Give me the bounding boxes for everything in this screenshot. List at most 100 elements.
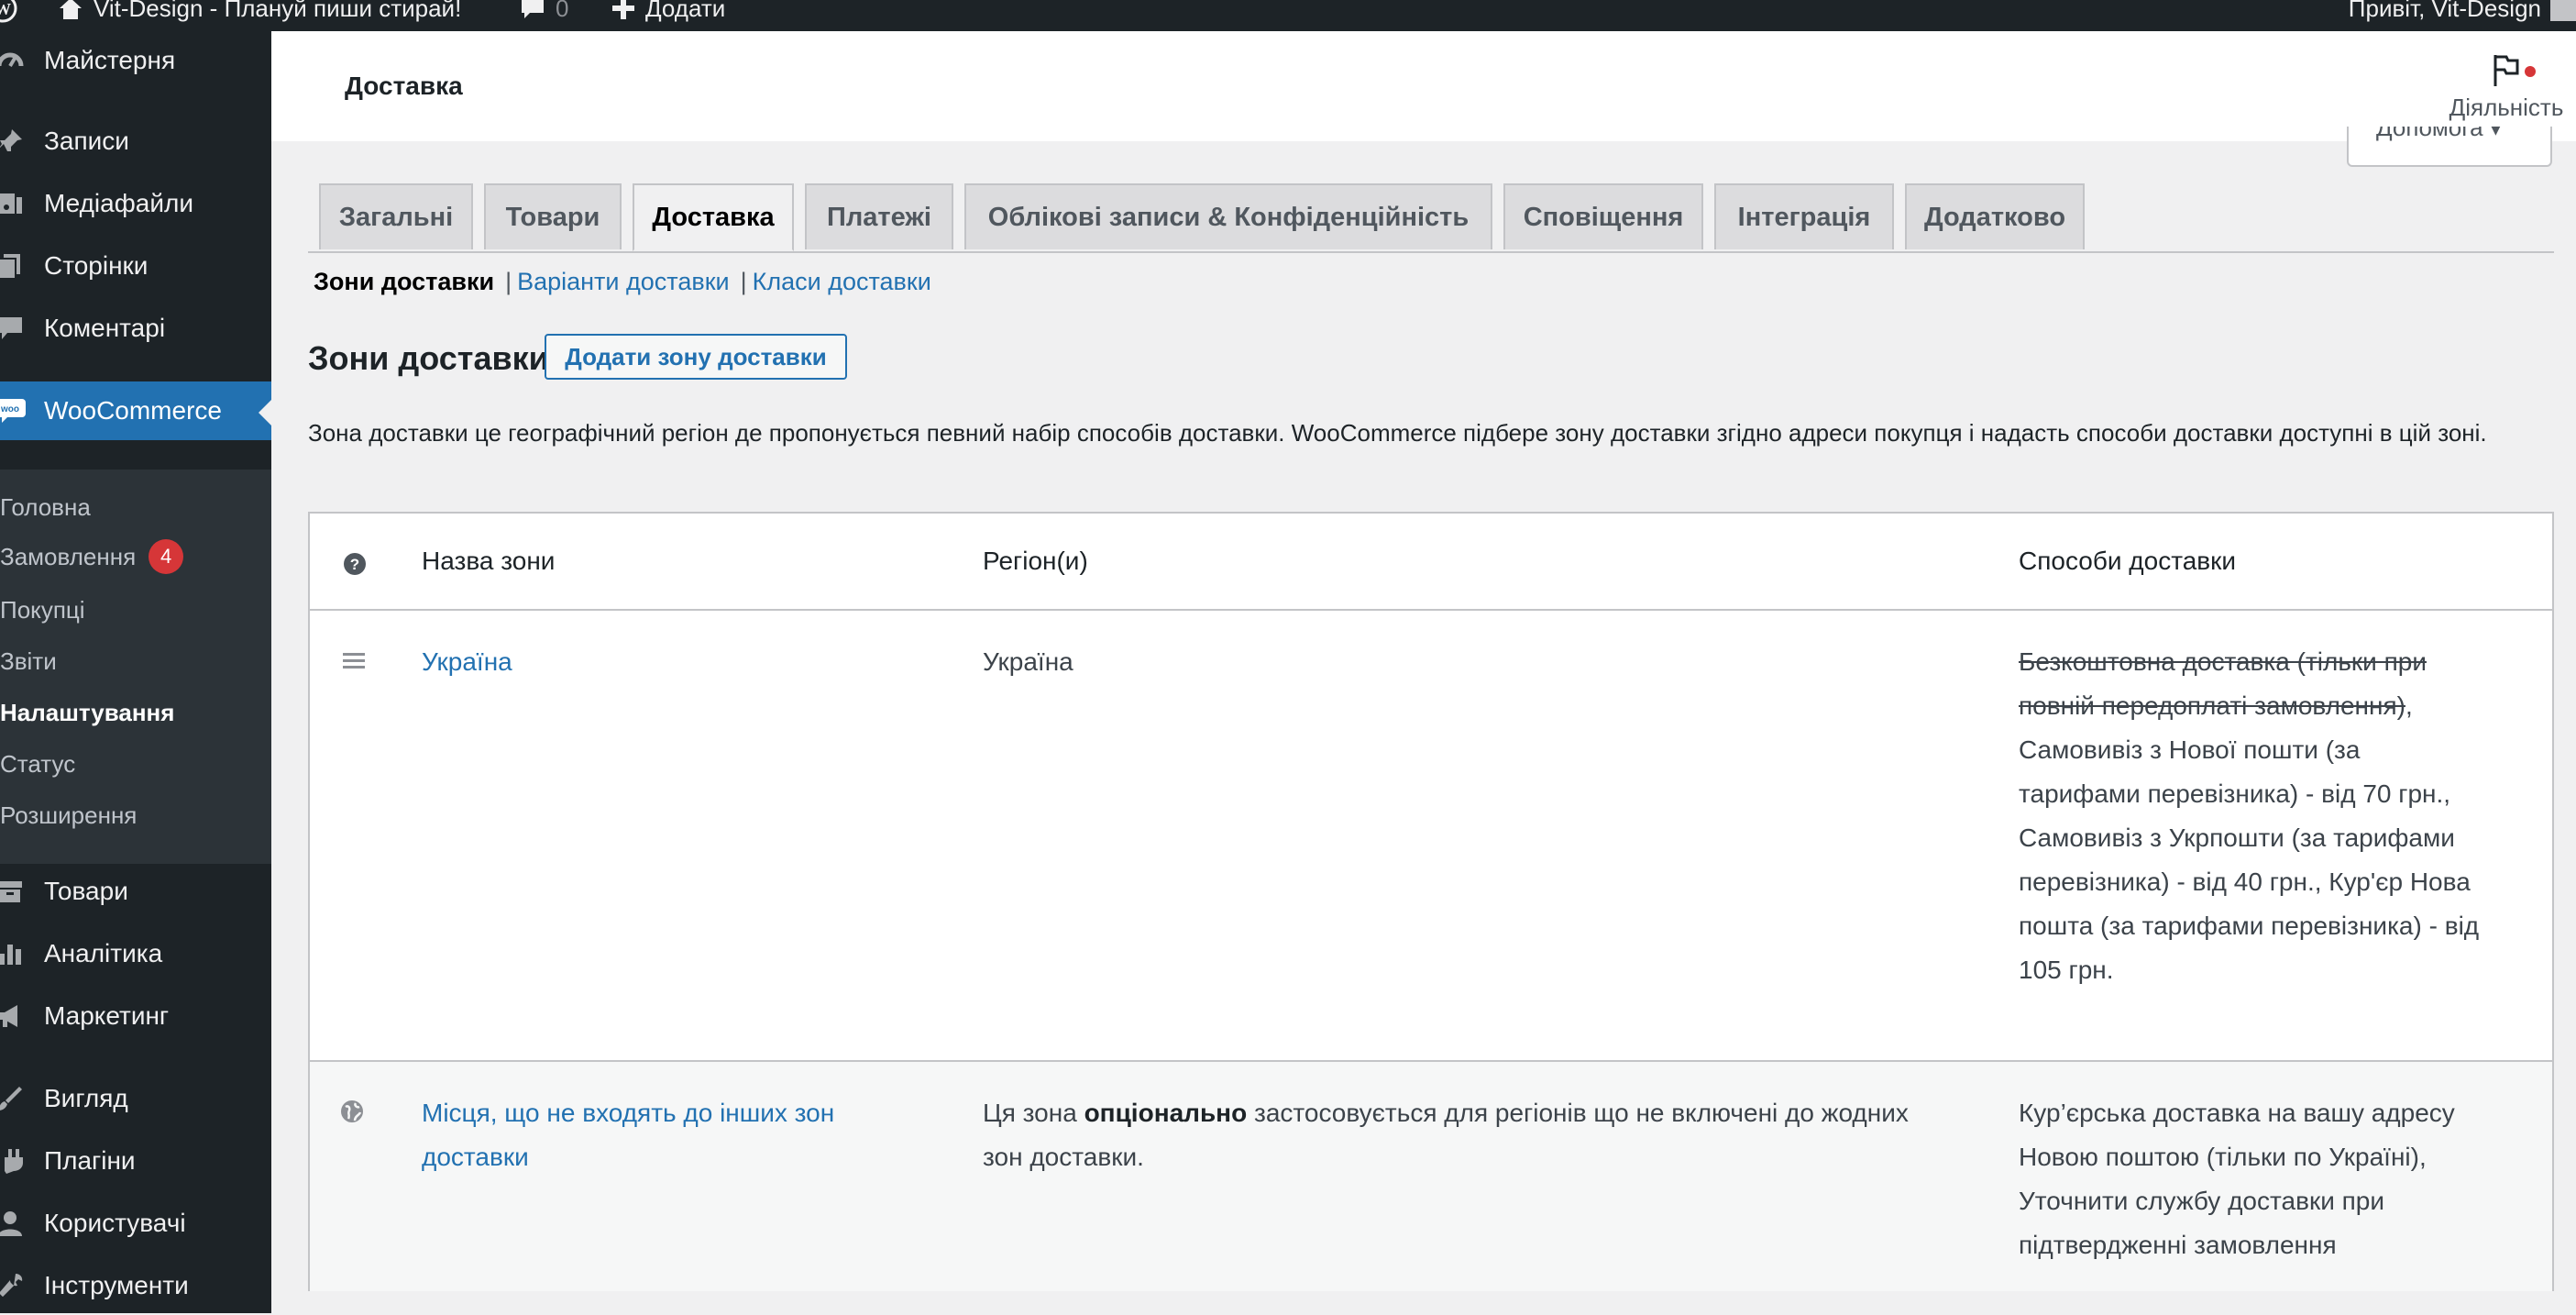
menu-appearance[interactable]: Вигляд xyxy=(0,1069,271,1128)
submenu-orders[interactable]: Замовлення 4 xyxy=(0,539,184,574)
menu-posts[interactable]: Записи xyxy=(0,112,271,171)
svg-text:woo: woo xyxy=(0,404,19,414)
help-tooltip-icon[interactable]: ? xyxy=(343,552,367,580)
shipping-zones-description: Зона доставки це географічний регіон де … xyxy=(308,419,2487,447)
new-content-link[interactable]: Додати xyxy=(611,0,725,24)
submenu-extensions-label: Розширення xyxy=(0,801,138,829)
plus-icon xyxy=(612,0,634,19)
menu-comments[interactable]: Коментарі xyxy=(0,299,271,358)
zone-name-link[interactable]: Україна xyxy=(422,647,512,676)
menu-comments-label: Коментарі xyxy=(44,314,166,342)
new-content-label: Додати xyxy=(645,0,726,22)
help-button[interactable]: Допомога ▾ xyxy=(2347,127,2552,167)
tab-emails[interactable]: Сповіщення xyxy=(1503,183,1703,249)
submenu-settings[interactable]: Налаштування xyxy=(0,699,174,727)
media-icon xyxy=(0,188,26,219)
drag-handle-icon[interactable] xyxy=(343,651,367,674)
zone-name-link[interactable]: Місця, що не входять до інших зон достав… xyxy=(422,1099,834,1171)
menu-media-label: Медіафайли xyxy=(44,189,193,217)
tab-shipping[interactable]: Доставка xyxy=(633,183,794,251)
page-icon xyxy=(0,250,26,282)
menu-plugins[interactable]: Плагіни xyxy=(0,1132,271,1190)
subnav-separator: | xyxy=(740,268,747,295)
admin-sidebar: Майстерня Записи Медіафайли Сторінки Ком… xyxy=(0,31,271,1313)
woocommerce-submenu: Головна Замовлення 4 Покупці Звіти Налашт… xyxy=(0,470,271,864)
menu-analytics[interactable]: Аналітика xyxy=(0,924,271,983)
plug-icon xyxy=(0,1145,26,1177)
wrench-icon xyxy=(0,1270,26,1301)
menu-media[interactable]: Медіафайли xyxy=(0,174,271,233)
globe-icon xyxy=(339,1099,365,1129)
disabled-shipping-method: Безкоштовна доставка (тільки при повній … xyxy=(2019,647,2427,720)
submenu-home-label: Головна xyxy=(0,493,91,521)
menu-plugins-label: Плагіни xyxy=(44,1146,136,1175)
submenu-customers-label: Покупці xyxy=(0,596,85,624)
page-title: Доставка xyxy=(345,72,463,100)
menu-woocommerce-label: WooCommerce xyxy=(44,396,222,425)
submenu-status[interactable]: Статус xyxy=(0,750,75,779)
site-name-label: Vit-Design - Плануй пиши стирай! xyxy=(94,0,462,22)
shipping-methods-list: , Самовивіз з Нової пошти (за тарифами п… xyxy=(2019,691,2480,984)
tab-payments[interactable]: Платежі xyxy=(805,183,953,249)
my-account-link[interactable]: Привіт, Vit-Design xyxy=(2349,0,2576,24)
subnav-shipping-classes[interactable]: Класи доставки xyxy=(753,268,931,296)
tab-advanced[interactable]: Додатково xyxy=(1905,183,2085,249)
orders-count-badge: 4 xyxy=(149,539,184,574)
menu-dashboard-label: Майстерня xyxy=(44,46,176,74)
megaphone-icon xyxy=(0,1000,26,1032)
menu-dashboard[interactable]: Майстерня xyxy=(0,31,271,90)
menu-pages[interactable]: Сторінки xyxy=(0,237,271,295)
menu-analytics-label: Аналітика xyxy=(44,939,163,967)
tab-products[interactable]: Товари xyxy=(484,183,622,249)
menu-users[interactable]: Користувачі xyxy=(0,1194,271,1253)
woo-icon: woo xyxy=(0,395,26,426)
zone-region: Україна xyxy=(983,647,1073,676)
tab-integration[interactable]: Інтеграція xyxy=(1714,183,1894,249)
column-header-regions: Регіон(и) xyxy=(983,547,1088,575)
submenu-settings-label: Налаштування xyxy=(0,699,175,726)
subnav-separator: | xyxy=(505,268,512,295)
zone-shipping-methods: Кур’єрська доставка на вашу адресу Новою… xyxy=(2019,1099,2455,1259)
wordpress-logo-icon[interactable]: W xyxy=(0,0,18,24)
menu-tools[interactable]: Інструменти xyxy=(0,1256,271,1315)
site-name-link[interactable]: Vit-Design - Плануй пиши стирай! xyxy=(57,0,461,24)
menu-marketing-label: Маркетинг xyxy=(44,1001,170,1030)
region-text-prefix: Ця зона xyxy=(983,1099,1084,1127)
table-row: Місця, що не входять до інших зон достав… xyxy=(310,1062,2552,1291)
dashboard-icon xyxy=(0,45,26,76)
add-shipping-zone-button[interactable]: Додати зону доставки xyxy=(545,334,847,380)
subnav-shipping-options[interactable]: Варіанти доставки xyxy=(517,268,730,296)
svg-text:W: W xyxy=(0,0,11,18)
menu-products[interactable]: Товари xyxy=(0,862,271,921)
svg-text:?: ? xyxy=(350,556,359,573)
activity-label: Діяльність xyxy=(2449,94,2564,121)
submenu-status-label: Статус xyxy=(0,750,76,778)
subnav-shipping-zones[interactable]: Зони доставки xyxy=(314,268,494,296)
woocommerce-header: Доставка Діяльність xyxy=(271,31,2576,141)
menu-woocommerce[interactable]: woo WooCommerce xyxy=(0,381,271,440)
brush-icon xyxy=(0,1083,26,1114)
table-row: Україна Україна Безкоштовна доставка (ті… xyxy=(310,611,2552,1062)
tab-general[interactable]: Загальні xyxy=(319,183,473,249)
shipping-zones-table: ? Назва зони Регіон(и) Способи доставки … xyxy=(308,512,2554,1291)
comments-link[interactable]: 0 xyxy=(519,0,568,24)
comment-icon xyxy=(0,313,26,344)
submenu-home[interactable]: Головна xyxy=(0,493,91,522)
user-icon xyxy=(0,1208,26,1239)
menu-appearance-label: Вигляд xyxy=(44,1084,128,1112)
menu-marketing[interactable]: Маркетинг xyxy=(0,987,271,1045)
tab-accounts-privacy[interactable]: Облікові записи & Конфіденційність xyxy=(964,183,1492,249)
greeting-label: Привіт, Vit-Design xyxy=(2348,0,2541,22)
avatar xyxy=(2550,0,2576,21)
flag-icon xyxy=(2493,55,2519,86)
submenu-reports-label: Звіти xyxy=(0,647,57,675)
submenu-customers[interactable]: Покупці xyxy=(0,596,85,624)
zone-shipping-methods: Безкоштовна доставка (тільки при повній … xyxy=(2019,640,2486,992)
comment-icon xyxy=(522,0,544,18)
home-icon xyxy=(60,0,82,19)
submenu-extensions[interactable]: Розширення xyxy=(0,801,137,830)
archive-icon xyxy=(0,876,26,907)
menu-tools-label: Інструменти xyxy=(44,1271,189,1299)
submenu-orders-label: Замовлення xyxy=(0,542,137,570)
submenu-reports[interactable]: Звіти xyxy=(0,647,57,676)
